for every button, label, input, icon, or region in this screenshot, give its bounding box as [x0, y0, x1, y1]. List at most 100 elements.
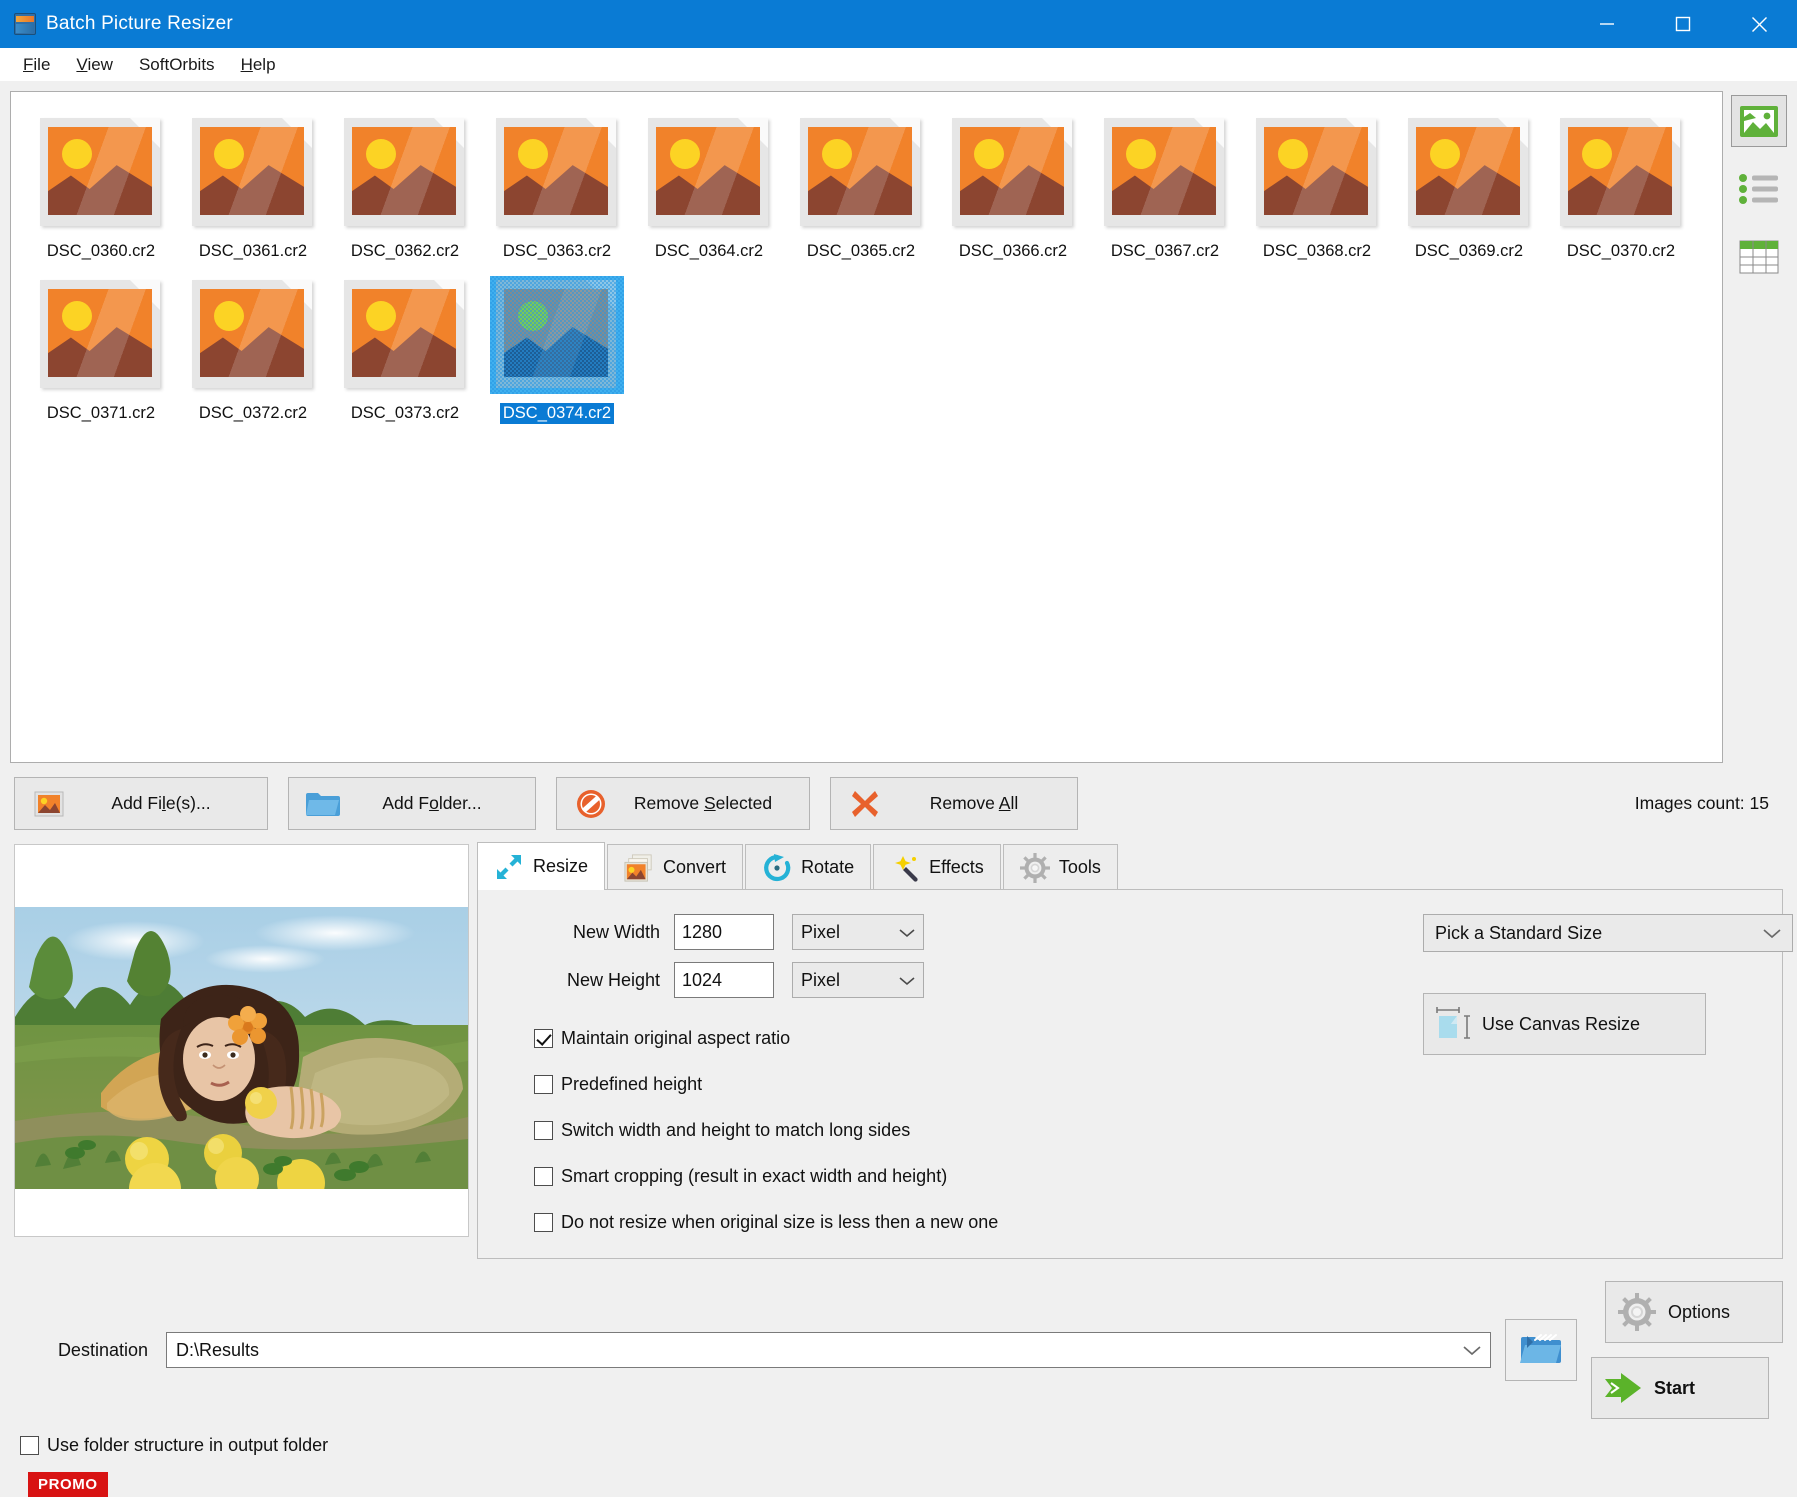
thumbnail-view-icon[interactable] [1731, 95, 1787, 147]
tab-convert[interactable]: Convert [607, 844, 744, 890]
resize-option-checkbox[interactable]: Predefined height [534, 1074, 1782, 1095]
add-files-button[interactable]: Add File(s)... [14, 777, 268, 830]
thumbnail-image [186, 114, 320, 232]
thumbnail-item[interactable]: DSC_0361.cr2 [177, 104, 329, 262]
resize-option-checkbox[interactable]: Switch width and height to match long si… [534, 1120, 1782, 1141]
gear-icon [1019, 852, 1050, 883]
resize-options-list: Maintain original aspect ratio Predefined… [496, 1028, 1782, 1233]
tab-label: Convert [663, 857, 727, 877]
resize-option-checkbox[interactable]: Do not resize when original size is less… [534, 1212, 1782, 1233]
thumbnail-image [794, 114, 928, 232]
add-files-label: Add File(s)... [111, 793, 211, 813]
close-icon[interactable] [1721, 0, 1797, 48]
resize-tab-panel: New Width Pixel New Height [477, 889, 1793, 1259]
chevron-down-icon [899, 922, 915, 943]
new-height-unit-select[interactable]: Pixel [792, 962, 924, 998]
promo-badge[interactable]: PROMO [28, 1472, 108, 1497]
use-folder-structure-label: Use folder structure in output folder [47, 1435, 329, 1455]
footer-buttons: Options Start [1591, 1281, 1783, 1419]
destination-input[interactable]: D:\Results [166, 1332, 1491, 1368]
use-folder-structure-checkbox[interactable]: Use folder structure in output folder [20, 1435, 328, 1456]
image-file-icon [1554, 114, 1688, 232]
new-width-input[interactable] [674, 914, 774, 950]
tab-resize[interactable]: Resize [477, 842, 606, 890]
new-width-unit-select[interactable]: Pixel [792, 914, 924, 950]
thumbnail-item[interactable]: DSC_0366.cr2 [937, 104, 1089, 262]
promo-row: PROMO [0, 1456, 1797, 1497]
browse-folder-button[interactable] [1505, 1319, 1577, 1381]
remove-all-button[interactable]: Remove All [830, 777, 1078, 830]
checkbox-box [534, 1213, 553, 1232]
table-view-icon[interactable] [1731, 231, 1787, 283]
thumbnail-item[interactable]: DSC_0374.cr2 [481, 266, 633, 424]
use-canvas-resize-button[interactable]: Use Canvas Resize [1423, 993, 1706, 1055]
file-actions-toolbar: Add File(s)... Add Folder... Remove Sele… [0, 763, 1797, 830]
thumbnail-item[interactable]: DSC_0362.cr2 [329, 104, 481, 262]
menu-item-help[interactable]: Help [228, 51, 289, 79]
new-height-label: New Height [566, 969, 660, 990]
remove-all-label: Remove All [929, 793, 1019, 813]
add-folder-label: Add Folder... [382, 793, 482, 813]
thumbnail-item[interactable]: DSC_0360.cr2 [25, 104, 177, 262]
thumbnail-item[interactable]: DSC_0369.cr2 [1393, 104, 1545, 262]
image-file-icon [338, 114, 472, 232]
checkbox-box [534, 1167, 553, 1186]
start-button[interactable]: Start [1591, 1357, 1769, 1419]
standard-size-value: Pick a Standard Size [1435, 922, 1603, 943]
tab-tools[interactable]: Tools [1002, 844, 1118, 890]
standard-size-select[interactable]: Pick a Standard Size [1423, 914, 1793, 952]
menu-item-view[interactable]: View [63, 51, 126, 79]
thumbnail-item[interactable]: DSC_0367.cr2 [1089, 104, 1241, 262]
thumbnail-label: DSC_0363.cr2 [502, 242, 612, 260]
settings-tabs: Resize Convert Rotate Effects Tools New Widt… [477, 842, 1793, 1259]
new-height-input[interactable] [674, 962, 774, 998]
chevron-down-icon[interactable] [1463, 1340, 1481, 1361]
thumbnail-label: DSC_0369.cr2 [1414, 242, 1524, 260]
thumbnail-image [490, 114, 624, 232]
minimize-icon[interactable] [1569, 0, 1645, 48]
thumbnail-item[interactable]: DSC_0372.cr2 [177, 266, 329, 424]
thumbnail-item[interactable]: DSC_0373.cr2 [329, 266, 481, 424]
list-view-icon[interactable] [1731, 163, 1787, 215]
main-body: DSC_0360.cr2 DSC_0361.cr2 DSC_0362.cr2 DSC_… [0, 81, 1797, 1497]
thumbnail-item[interactable]: DSC_0368.cr2 [1241, 104, 1393, 262]
thumbnail-item[interactable]: DSC_0365.cr2 [785, 104, 937, 262]
thumbnail-item[interactable]: DSC_0363.cr2 [481, 104, 633, 262]
thumbnail-image [1250, 114, 1384, 232]
thumbnail-item[interactable]: DSC_0364.cr2 [633, 104, 785, 262]
resize-option-label: Do not resize when original size is less… [561, 1212, 999, 1232]
resize-right-column: Pick a Standard Size Use Canvas Resize [1423, 914, 1793, 1055]
use-folder-structure-row: Use folder structure in output folder [0, 1419, 1797, 1456]
tab-label: Resize [533, 856, 589, 876]
image-file-icon [186, 114, 320, 232]
file-thumbnail-pane[interactable]: DSC_0360.cr2 DSC_0361.cr2 DSC_0362.cr2 DSC_… [10, 91, 1723, 763]
thumbnail-image [34, 276, 168, 394]
tab-rotate[interactable]: Rotate [745, 844, 872, 890]
thumbnail-image [946, 114, 1080, 232]
thumbnail-label: DSC_0373.cr2 [350, 404, 460, 422]
remove-selected-button[interactable]: Remove Selected [556, 777, 810, 830]
add-folder-button[interactable]: Add Folder... [288, 777, 536, 830]
menu-bar: File View SoftOrbits Help [0, 48, 1797, 81]
thumbnail-label: DSC_0374.cr2 [499, 403, 615, 424]
chevron-down-icon [899, 970, 915, 991]
thumbnail-label: DSC_0361.cr2 [198, 242, 308, 260]
thumbnail-item[interactable]: DSC_0371.cr2 [25, 266, 177, 424]
options-button[interactable]: Options [1605, 1281, 1783, 1343]
thumbnail-label: DSC_0371.cr2 [46, 404, 156, 422]
maximize-icon[interactable] [1645, 0, 1721, 48]
view-mode-toolbar [1723, 91, 1787, 763]
preview-image [15, 907, 468, 1189]
thumbnail-item[interactable]: DSC_0370.cr2 [1545, 104, 1697, 262]
thumbnail-label: DSC_0370.cr2 [1566, 242, 1676, 260]
resize-option-checkbox[interactable]: Smart cropping (result in exact width an… [534, 1166, 1782, 1187]
menu-item-softorbits[interactable]: SoftOrbits [126, 51, 228, 79]
destination-row: Destination D:\Results Options Start [0, 1259, 1797, 1419]
thumbnail-image [186, 276, 320, 394]
image-file-icon [1402, 114, 1536, 232]
thumbnail-image [338, 276, 472, 394]
resize-option-label: Maintain original aspect ratio [561, 1028, 791, 1048]
file-list-region: DSC_0360.cr2 DSC_0361.cr2 DSC_0362.cr2 DSC_… [0, 81, 1797, 763]
tab-effects[interactable]: Effects [873, 844, 1001, 890]
menu-item-file[interactable]: File [10, 51, 63, 79]
